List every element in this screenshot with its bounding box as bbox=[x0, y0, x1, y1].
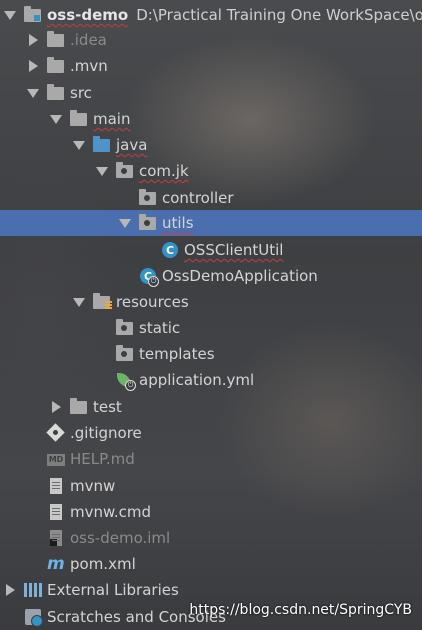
tree-item-utils[interactable]: utils bbox=[0, 210, 422, 236]
scratches-icon bbox=[24, 608, 43, 627]
expand-arrow-icon[interactable] bbox=[50, 401, 62, 413]
tree-item-pom-xml[interactable]: m pom.xml bbox=[0, 551, 422, 577]
java-class-icon: C bbox=[161, 241, 179, 259]
tree-item-java[interactable]: java bbox=[0, 132, 422, 158]
libraries-icon bbox=[24, 581, 42, 599]
tree-item-label: OssDemoApplication bbox=[162, 267, 318, 285]
tree-item-application-yml[interactable]: ⏻ application.yml bbox=[0, 367, 422, 393]
folder-icon bbox=[116, 345, 134, 363]
tree-item-mvnw-cmd[interactable]: mvnw.cmd bbox=[0, 499, 422, 525]
markdown-icon: MD bbox=[47, 454, 65, 466]
tree-item-ossdemoapplication[interactable]: C ⏻ OssDemoApplication bbox=[0, 263, 422, 289]
package-icon bbox=[116, 162, 134, 180]
tree-item-mvn[interactable]: .mvn bbox=[0, 53, 422, 79]
tree-item-label: test bbox=[93, 398, 122, 416]
tree-item-package-com-jk[interactable]: com.jk bbox=[0, 158, 422, 184]
tree-item-label: OSSClientUtil bbox=[184, 241, 284, 259]
collapse-arrow-icon[interactable] bbox=[119, 217, 131, 229]
tree-item-label: static bbox=[139, 319, 181, 337]
tree-item-label: HELP.md bbox=[70, 450, 135, 468]
collapse-arrow-icon[interactable] bbox=[96, 165, 108, 177]
tree-item-static[interactable]: static bbox=[0, 315, 422, 341]
text-file-icon bbox=[47, 503, 65, 521]
tree-item-controller[interactable]: controller bbox=[0, 185, 422, 211]
collapse-arrow-icon[interactable] bbox=[4, 9, 16, 21]
tree-item-label: External Libraries bbox=[47, 581, 179, 599]
collapse-arrow-icon[interactable] bbox=[50, 113, 62, 125]
tree-item-label: main bbox=[93, 110, 131, 128]
source-folder-icon bbox=[93, 136, 111, 154]
tree-item-src[interactable]: src bbox=[0, 80, 422, 106]
folder-icon bbox=[70, 398, 88, 416]
tree-item-label: java bbox=[116, 136, 148, 154]
folder-icon bbox=[47, 84, 65, 102]
tree-item-idea[interactable]: .idea bbox=[0, 27, 422, 53]
tree-item-label: application.yml bbox=[139, 371, 255, 389]
collapse-arrow-icon[interactable] bbox=[27, 87, 39, 99]
expand-arrow-icon[interactable] bbox=[27, 60, 39, 72]
project-name: oss-demo bbox=[47, 6, 129, 24]
collapse-arrow-icon[interactable] bbox=[73, 296, 85, 308]
spring-config-icon: ⏻ bbox=[116, 371, 136, 391]
tree-item-label: mvnw.cmd bbox=[70, 503, 152, 521]
tree-item-resources[interactable]: resources bbox=[0, 289, 422, 315]
package-icon bbox=[139, 189, 157, 207]
tree-item-help-md[interactable]: MD HELP.md bbox=[0, 446, 422, 472]
tree-item-test[interactable]: test bbox=[0, 394, 422, 420]
tree-item-external-libraries[interactable]: External Libraries bbox=[0, 577, 422, 603]
tree-item-label: mvnw bbox=[70, 477, 116, 495]
folder-icon bbox=[116, 319, 134, 337]
spring-boot-class-icon: C ⏻ bbox=[139, 267, 159, 287]
module-folder-icon bbox=[24, 6, 42, 24]
tree-item-label: controller bbox=[162, 189, 234, 207]
watermark-url: https://blog.csdn.net/SpringCYB bbox=[189, 602, 412, 618]
resources-folder-icon bbox=[93, 293, 112, 311]
project-path: D:\Practical Training One WorkSpace\oss bbox=[136, 6, 422, 24]
expand-arrow-icon[interactable] bbox=[4, 584, 16, 596]
folder-icon bbox=[70, 110, 88, 128]
tree-item-gitignore[interactable]: .gitignore bbox=[0, 420, 422, 446]
tree-item-templates[interactable]: templates bbox=[0, 341, 422, 367]
tree-item-mvnw[interactable]: mvnw bbox=[0, 473, 422, 499]
tree-item-label: resources bbox=[116, 293, 189, 311]
text-file-icon bbox=[47, 477, 65, 495]
maven-icon: m bbox=[47, 554, 65, 574]
tree-item-oss-demo-iml[interactable]: oss-demo.iml bbox=[0, 525, 422, 551]
tree-item-label: .gitignore bbox=[70, 424, 142, 442]
tree-item-label: templates bbox=[139, 345, 215, 363]
expand-arrow-icon[interactable] bbox=[27, 34, 39, 46]
git-icon bbox=[46, 423, 65, 442]
project-tree: oss-demo D:\Practical Training One WorkS… bbox=[0, 0, 422, 630]
tree-item-label: utils bbox=[162, 214, 194, 232]
tree-item-label: .idea bbox=[70, 31, 107, 49]
package-icon bbox=[139, 214, 157, 232]
tree-item-project-root[interactable]: oss-demo D:\Practical Training One WorkS… bbox=[0, 2, 422, 28]
folder-icon bbox=[47, 31, 65, 49]
iml-file-icon bbox=[47, 529, 65, 547]
tree-item-label: src bbox=[70, 84, 92, 102]
tree-item-label: .mvn bbox=[70, 57, 108, 75]
tree-item-label: com.jk bbox=[139, 162, 189, 180]
collapse-arrow-icon[interactable] bbox=[73, 139, 85, 151]
tree-item-main[interactable]: main bbox=[0, 106, 422, 132]
tree-item-ossclientutil[interactable]: C OSSClientUtil bbox=[0, 237, 422, 263]
tree-item-label: pom.xml bbox=[70, 555, 136, 573]
folder-icon bbox=[47, 57, 65, 75]
tree-item-label: oss-demo.iml bbox=[70, 529, 171, 547]
